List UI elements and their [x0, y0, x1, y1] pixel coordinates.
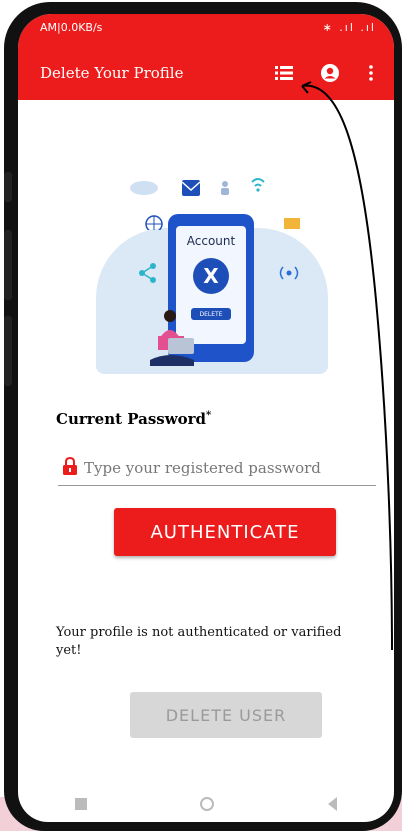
password-label: Current Password*: [56, 410, 211, 428]
recents-icon[interactable]: [74, 798, 87, 810]
page-title: Delete Your Profile: [40, 64, 184, 82]
phone-frame: AM|0.0KB/s ∗ .ıl .ıl Delete Your Profile: [4, 2, 402, 831]
person-with-laptop: [150, 310, 194, 366]
app-bar: AM|0.0KB/s ∗ .ıl .ıl Delete Your Profile: [18, 14, 394, 100]
status-right: ∗ .ıl .ıl: [322, 20, 376, 34]
account-label: Account: [186, 234, 236, 248]
back-icon[interactable]: [328, 797, 338, 811]
home-icon[interactable]: [200, 797, 215, 811]
share-icon: [139, 263, 156, 283]
lock-icon: [63, 457, 77, 475]
more-vert-icon[interactable]: [364, 61, 378, 85]
delete-user-button[interactable]: DELETE USER: [130, 692, 322, 738]
password-input[interactable]: [84, 454, 374, 482]
account-circle-icon[interactable]: [318, 61, 342, 85]
side-button: [4, 316, 12, 386]
delete-account-illustration: Account X DELETE: [96, 166, 328, 374]
password-label-text: Current Password: [56, 410, 207, 428]
signal-icon: [279, 266, 299, 280]
status-left: AM|0.0KB/s: [40, 20, 103, 34]
input-underline: [58, 485, 376, 486]
list-icon[interactable]: [272, 61, 296, 85]
system-nav-bar: [18, 786, 394, 822]
close-icon: X: [193, 258, 229, 294]
authenticate-button[interactable]: AUTHENTICATE: [114, 508, 336, 556]
required-mark: *: [206, 410, 212, 421]
authentication-status-text: Your profile is not authenticated or var…: [56, 625, 342, 658]
screen: AM|0.0KB/s ∗ .ıl .ıl Delete Your Profile: [18, 14, 394, 822]
status-bar: AM|0.0KB/s ∗ .ıl .ıl: [40, 18, 376, 36]
side-button: [4, 172, 12, 202]
side-button: [4, 230, 12, 300]
